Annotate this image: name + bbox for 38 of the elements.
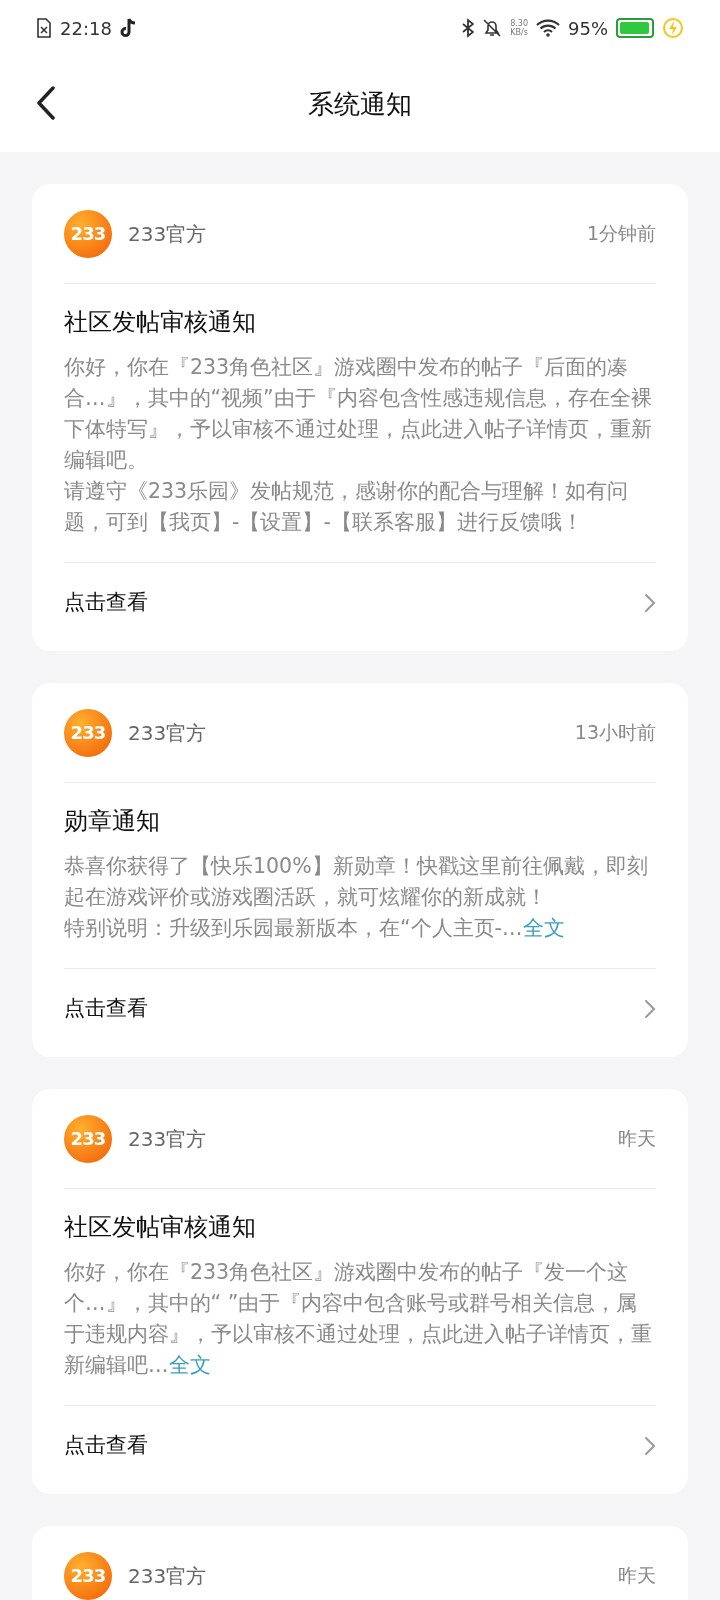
notification-title: 勋章通知 xyxy=(64,806,161,837)
clock: 22:18 xyxy=(60,16,112,41)
chevron-right-icon xyxy=(644,999,656,1019)
chevron-right-icon xyxy=(644,593,656,613)
timestamp: 昨天 xyxy=(618,1563,656,1589)
page-title: 系统通知 xyxy=(308,87,412,121)
sim-card-icon xyxy=(36,18,52,38)
battery-percent: 95% xyxy=(568,16,608,41)
network-speed: 8.30 KB/s xyxy=(510,19,528,37)
notification-body: 恭喜你获得了【快乐100%】新勋章！快戳这里前往佩戴，即刻起在游戏评价或游戏圈活跃，就可炫耀你的新成就！ xyxy=(64,853,649,911)
chevron-right-icon xyxy=(644,1436,656,1456)
sender-name: 233官方 xyxy=(128,719,207,747)
avatar: 233 xyxy=(64,1551,112,1600)
timestamp: 1分钟前 xyxy=(586,221,656,247)
wifi-icon xyxy=(536,19,560,37)
view-button[interactable]: 点击查看 xyxy=(64,969,656,1049)
notification-body: 特别说明：升级到乐园最新版本，在“个人主页-…全文 xyxy=(64,915,566,942)
sender-name: 233官方 xyxy=(128,1125,207,1153)
back-button[interactable] xyxy=(36,86,56,120)
avatar: 233 xyxy=(64,1114,112,1163)
avatar: 233 xyxy=(64,209,112,258)
sender-name: 233官方 xyxy=(128,220,207,248)
notification-body: 请遵守《233乐园》发帖规范，感谢你的配合与理解！如有问题，可到【我页】-【设置】-【联系客服】进行反馈哦！ xyxy=(64,478,630,536)
battery-icon xyxy=(616,18,654,38)
notification-title: 社区发帖审核通知 xyxy=(64,307,257,338)
view-button[interactable]: 点击查看 xyxy=(64,563,656,643)
avatar: 233 xyxy=(64,708,112,757)
view-button[interactable]: 点击查看 xyxy=(64,1406,656,1486)
charging-icon xyxy=(662,17,684,39)
sender-name: 233官方 xyxy=(128,1562,207,1590)
timestamp: 昨天 xyxy=(618,1126,656,1152)
notification-body: 你好，你在『233角色社区』游戏圈中发布的帖子『发一个这个…』，其中的“ ”由于『内容中包含账号或群号相关信息，属于违规内容』，予以审核不通过处理，点此进入帖子详情页，重新编辑吧…全文 xyxy=(64,1259,653,1379)
music-note-icon xyxy=(119,18,138,38)
bluetooth-icon xyxy=(462,18,475,38)
timestamp: 13小时前 xyxy=(574,720,656,746)
notification-body: 你好，你在『233角色社区』游戏圈中发布的帖子『后面的凑合…』，其中的“视频”由于『内容包含性感违规信息，存在全裸下体特写』，予以审核不通过处理，点此进入帖子详情页，重新编辑吧。 xyxy=(64,354,653,474)
bell-off-icon xyxy=(482,18,503,38)
notification-title: 社区发帖审核通知 xyxy=(64,1212,257,1243)
